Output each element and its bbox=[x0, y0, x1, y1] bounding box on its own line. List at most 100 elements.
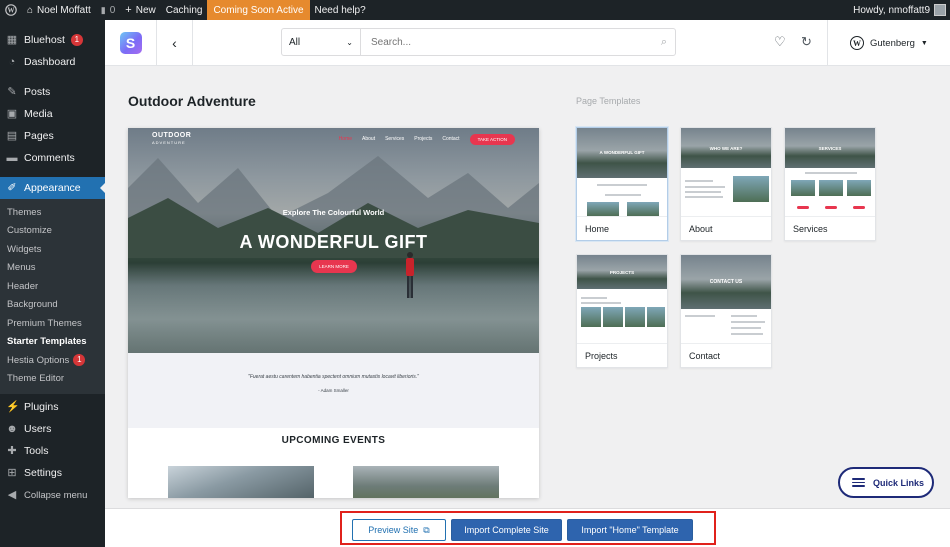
sidebar-item-appearance[interactable]: ✐ Appearance bbox=[0, 177, 105, 199]
starter-templates-logo-icon: S bbox=[119, 32, 142, 54]
comment-bubble-icon: ▮ bbox=[100, 4, 106, 15]
page-builder-select[interactable]: W Gutenberg ▼ bbox=[827, 20, 950, 66]
hiker-figure bbox=[406, 252, 414, 298]
import-complete-site-button[interactable]: Import Complete Site bbox=[451, 519, 562, 541]
thumbnail-banner-text: A WONDERFUL GIFT bbox=[599, 150, 645, 155]
submenu-premium-themes[interactable]: Premium Themes bbox=[0, 314, 105, 333]
import-home-template-button[interactable]: Import "Home" Template bbox=[567, 519, 693, 541]
category-filter-select[interactable]: All ⌄ bbox=[281, 28, 361, 56]
heart-icon[interactable]: ♡ bbox=[774, 34, 786, 50]
grid-icon: ▦ bbox=[6, 34, 18, 46]
account-menu[interactable]: Howdy, nmoffatt9 bbox=[853, 4, 950, 16]
filter-value: All bbox=[289, 36, 301, 48]
sidebar-item-dashboard[interactable]: ◔ Dashboard bbox=[0, 51, 105, 73]
submenu-hestia-options[interactable]: Hestia Options 1 bbox=[0, 351, 105, 370]
starter-templates-logo: S bbox=[105, 20, 157, 66]
search-input[interactable] bbox=[361, 29, 653, 55]
preview-logo-line1: OUTDOOR bbox=[152, 132, 192, 139]
sidebar-item-plugins[interactable]: ⚡ Plugins bbox=[0, 396, 105, 418]
collapse-icon: ◀ bbox=[7, 489, 17, 501]
need-help-label: Need help? bbox=[314, 4, 366, 16]
preview-site-label: Preview Site bbox=[368, 525, 419, 535]
sidebar-item-label: Pages bbox=[24, 130, 54, 142]
dashboard-icon: ◔ bbox=[8, 56, 16, 68]
home-icon: ⌂ bbox=[27, 4, 34, 16]
preview-logo-line2: ADVENTURE bbox=[152, 140, 186, 145]
sidebar-item-tools[interactable]: ✚ Tools bbox=[0, 440, 105, 462]
sidebar-item-media[interactable]: ▣ Media bbox=[0, 103, 105, 125]
sidebar-item-comments[interactable]: ▬ Comments bbox=[0, 147, 105, 169]
collapse-menu-button[interactable]: ◀ Collapse menu bbox=[0, 484, 105, 506]
appearance-submenu: Themes Customize Widgets Menus Header Ba… bbox=[0, 199, 105, 394]
wp-logo-menu[interactable]: W bbox=[0, 0, 22, 20]
template-card-home[interactable]: A WONDERFUL GIFT Home bbox=[576, 127, 668, 241]
sidebar-item-label: Settings bbox=[24, 467, 62, 479]
quick-links-button[interactable]: Quick Links bbox=[838, 467, 934, 498]
coming-soon-badge[interactable]: Coming Soon Active bbox=[207, 0, 310, 20]
caching-menu[interactable]: Caching bbox=[161, 0, 208, 20]
pin-icon: ✎ bbox=[7, 86, 17, 98]
submenu-header[interactable]: Header bbox=[0, 277, 105, 296]
submenu-theme-editor[interactable]: Theme Editor bbox=[0, 370, 105, 389]
paintbrush-icon: ✐ bbox=[7, 182, 17, 194]
search-icon: ⌕ bbox=[660, 35, 668, 48]
sidebar-item-label: Posts bbox=[24, 86, 51, 98]
sidebar-item-label: Comments bbox=[24, 152, 75, 164]
wordpress-icon: W bbox=[5, 4, 17, 16]
template-card-projects[interactable]: PROJECTS Projects bbox=[576, 254, 668, 368]
submenu-background[interactable]: Background bbox=[0, 296, 105, 315]
sidebar-item-label: Bluehost bbox=[24, 34, 65, 46]
user-icon: ☻ bbox=[6, 423, 18, 435]
sidebar-item-users[interactable]: ☻ Users bbox=[0, 418, 105, 440]
chevron-down-icon: ⌄ bbox=[346, 37, 353, 47]
submenu-themes[interactable]: Themes bbox=[0, 203, 105, 222]
preview-quote: "Fuerat aestu carentem habentia spectent… bbox=[248, 374, 419, 380]
sidebar-item-settings[interactable]: ⊞ Settings bbox=[0, 462, 105, 484]
preview-site-button[interactable]: Preview Site ⧉ bbox=[352, 519, 446, 541]
sidebar-item-posts[interactable]: ✎ Posts bbox=[0, 81, 105, 103]
submenu-menus[interactable]: Menus bbox=[0, 259, 105, 278]
thumbnail-banner-text: WHO WE ARE? bbox=[709, 146, 743, 151]
svg-text:W: W bbox=[8, 7, 15, 15]
preview-nav-item: Services bbox=[385, 136, 405, 142]
template-name: Home bbox=[577, 216, 667, 240]
new-content-menu[interactable]: + New bbox=[120, 0, 160, 20]
plug-icon: ⚡ bbox=[6, 401, 20, 413]
sidebar-item-pages[interactable]: ▤ Pages bbox=[0, 125, 105, 147]
need-help-menu[interactable]: Need help? bbox=[310, 0, 371, 20]
builder-label: Gutenberg bbox=[870, 37, 915, 49]
submenu-widgets[interactable]: Widgets bbox=[0, 240, 105, 259]
preview-nav-item: Home bbox=[338, 136, 353, 142]
submenu-customize[interactable]: Customize bbox=[0, 222, 105, 241]
coming-soon-label: Coming Soon Active bbox=[213, 4, 304, 16]
template-thumbnail: CONTACT US bbox=[681, 255, 771, 343]
refresh-icon[interactable]: ↻ bbox=[801, 34, 812, 50]
wordpress-icon: W bbox=[850, 36, 864, 50]
sidebar-item-bluehost[interactable]: ▦ Bluehost 1 bbox=[0, 29, 105, 51]
notification-badge: 1 bbox=[70, 34, 83, 46]
thumbnail-banner-text: CONTACT US bbox=[709, 279, 743, 285]
chevron-left-icon: ‹ bbox=[172, 35, 177, 51]
plus-icon: + bbox=[125, 4, 132, 16]
template-thumbnail: SERVICES bbox=[785, 128, 875, 216]
comments-menu[interactable]: ▮ 0 bbox=[96, 0, 121, 20]
site-preview[interactable]: OUTDOOR ADVENTURE Home About Services Pr… bbox=[128, 128, 539, 498]
import-home-template-label: Import "Home" Template bbox=[581, 525, 679, 535]
preview-hero-cta: LEARN MORE bbox=[311, 260, 357, 273]
site-name-menu[interactable]: ⌂ Noel Moffatt bbox=[22, 0, 96, 20]
caret-down-icon: ▼ bbox=[920, 39, 928, 47]
sidebar-item-label: Dashboard bbox=[24, 56, 76, 68]
preview-nav-item: Projects bbox=[414, 136, 433, 142]
sidebar-item-label: Media bbox=[24, 108, 53, 120]
back-button[interactable]: ‹ bbox=[157, 20, 193, 66]
preview-hero-title: A WONDERFUL GIFT bbox=[239, 232, 428, 252]
template-card-about[interactable]: WHO WE ARE? About bbox=[680, 127, 772, 241]
submenu-starter-templates[interactable]: Starter Templates bbox=[0, 333, 105, 352]
preview-nav: OUTDOOR ADVENTURE Home About Services Pr… bbox=[128, 128, 539, 150]
template-card-services[interactable]: SERVICES Services bbox=[784, 127, 876, 241]
template-name: Services bbox=[785, 216, 875, 240]
howdy-label: Howdy, nmoffatt9 bbox=[853, 4, 930, 16]
template-card-contact[interactable]: CONTACT US Contact bbox=[680, 254, 772, 368]
sidebar-item-label: Users bbox=[24, 423, 52, 435]
submenu-label: Hestia Options bbox=[7, 354, 70, 366]
